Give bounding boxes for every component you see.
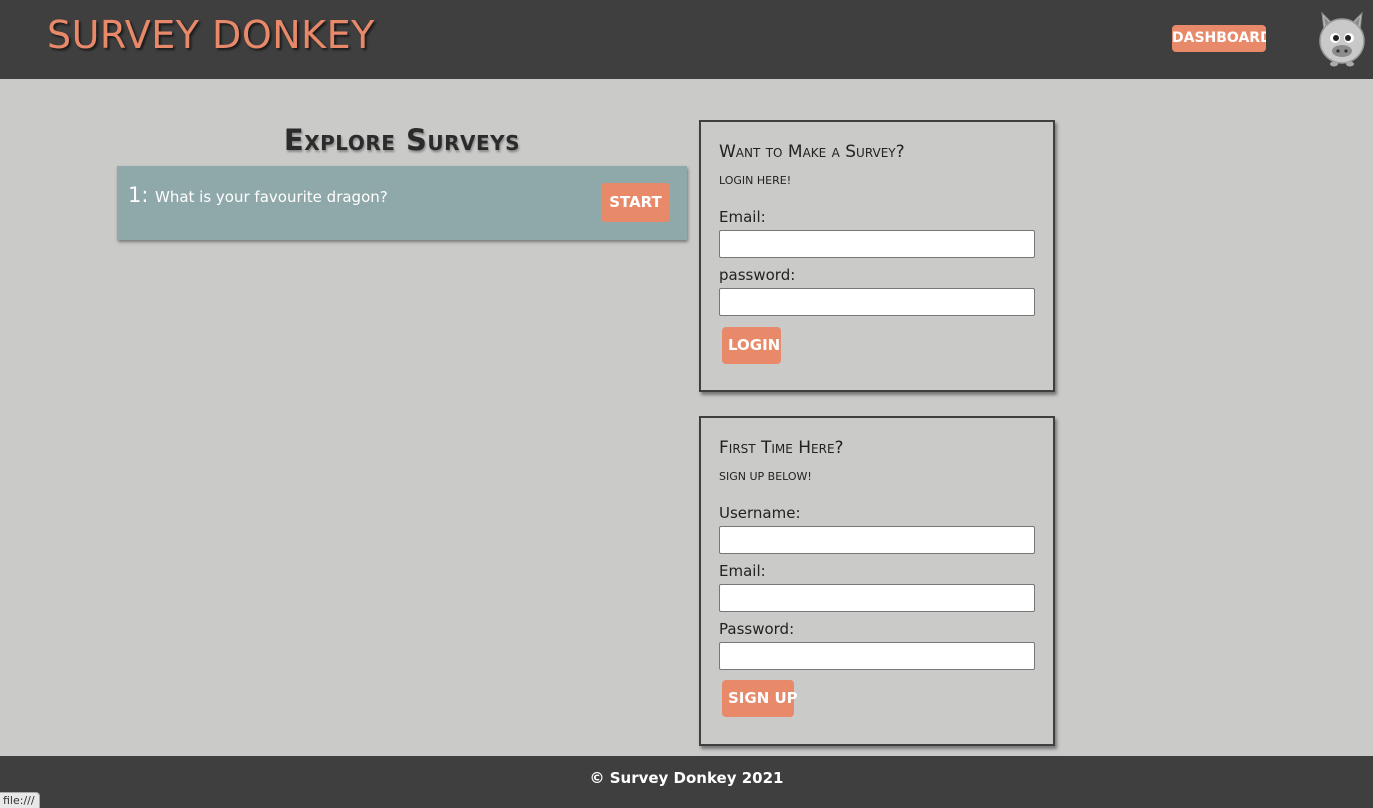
login-password-input[interactable]	[719, 288, 1035, 316]
site-title[interactable]: SURVEY DONKEY	[47, 12, 375, 58]
explore-surveys-heading: Explore Surveys	[283, 123, 521, 157]
survey-question: What is your favourite dragon?	[155, 188, 388, 206]
dashboard-button[interactable]: DASHBOARD	[1172, 25, 1266, 52]
signup-password-input[interactable]	[719, 642, 1035, 670]
signup-panel-title: First Time Here?	[719, 438, 844, 458]
signup-panel-subtitle: SIGN UP BELOW!	[719, 470, 812, 483]
signup-email-label: Email:	[719, 562, 766, 580]
login-panel-subtitle: LOGIN HERE!	[719, 174, 792, 187]
login-panel: Want to Make a Survey? LOGIN HERE! Email…	[699, 120, 1055, 392]
login-email-label: Email:	[719, 208, 766, 226]
signup-button[interactable]: SIGN UP	[722, 680, 798, 717]
login-email-input[interactable]	[719, 230, 1035, 258]
signup-panel: First Time Here? SIGN UP BELOW! Username…	[699, 416, 1055, 746]
login-panel-title: Want to Make a Survey?	[719, 142, 905, 162]
start-survey-button[interactable]: START	[601, 183, 670, 222]
donkey-logo-icon[interactable]	[1314, 9, 1370, 69]
survey-card: 1: What is your favourite dragon? START	[117, 166, 687, 240]
site-footer: © Survey Donkey 2021	[0, 756, 1373, 808]
login-password-label: password:	[719, 266, 796, 284]
site-header: SURVEY DONKEY DASHBOARD	[0, 0, 1373, 79]
signup-username-input[interactable]	[719, 526, 1035, 554]
survey-number: 1:	[128, 183, 149, 207]
login-button[interactable]: LOGIN	[722, 327, 781, 364]
status-bar-url: file:///	[0, 792, 40, 808]
footer-copyright: © Survey Donkey 2021	[589, 769, 784, 787]
signup-username-label: Username:	[719, 504, 801, 522]
signup-email-input[interactable]	[719, 584, 1035, 612]
signup-password-label: Password:	[719, 620, 795, 638]
